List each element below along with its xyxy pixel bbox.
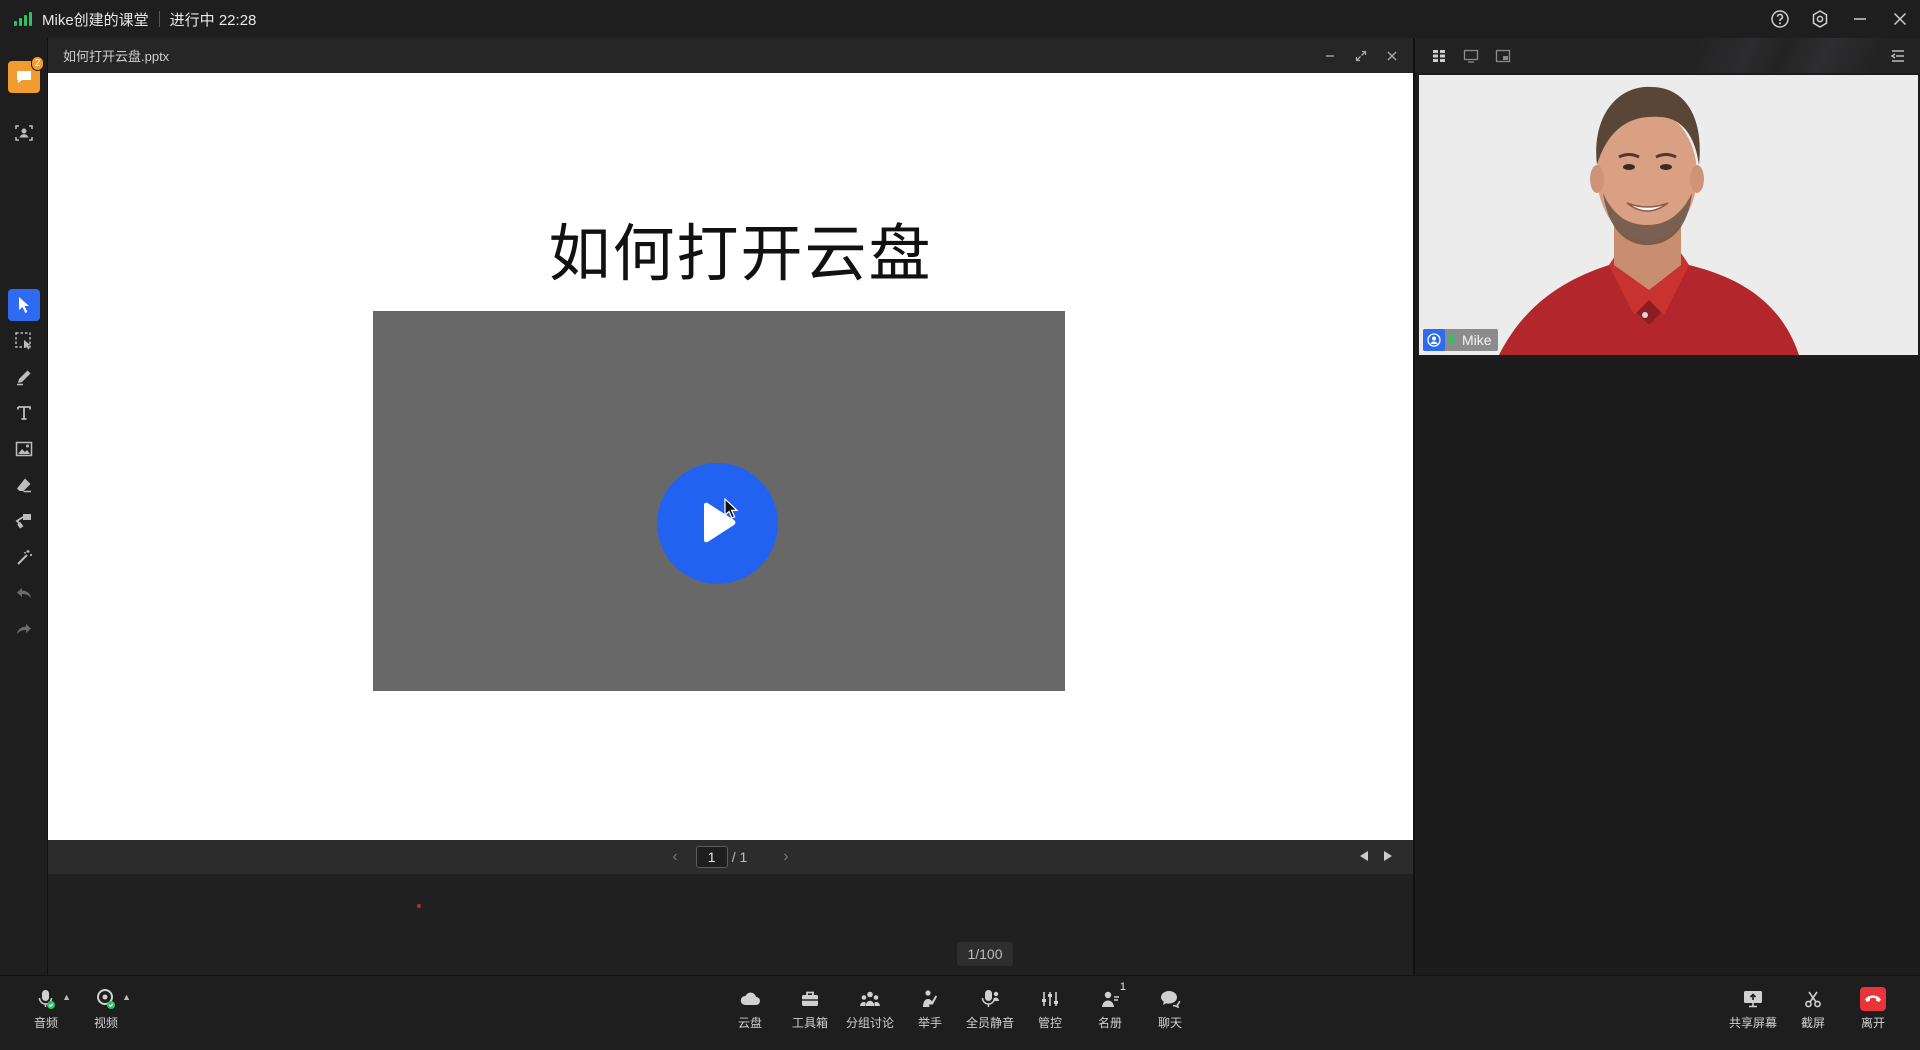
title-bar: Mike创建的课堂 进行中 22:28 bbox=[0, 0, 1920, 38]
next-page-icon[interactable]: › bbox=[783, 848, 788, 866]
image-tool-icon[interactable] bbox=[8, 433, 40, 465]
eraser-tool-icon[interactable] bbox=[8, 469, 40, 501]
mute-all-button[interactable]: 全员静音 bbox=[960, 986, 1020, 1036]
previous-step-icon[interactable] bbox=[1359, 849, 1369, 865]
picture-in-picture-icon[interactable] bbox=[1487, 38, 1519, 73]
total-pages: / 1 bbox=[731, 849, 748, 865]
doc-close-icon[interactable] bbox=[1376, 38, 1407, 73]
settings-icon[interactable] bbox=[1800, 0, 1840, 38]
raise-hand-button[interactable]: 举手 bbox=[900, 986, 960, 1036]
mouse-cursor-icon bbox=[724, 498, 739, 519]
paint-brush-tool-icon[interactable] bbox=[8, 505, 40, 537]
raise-hand-label: 举手 bbox=[917, 1016, 942, 1030]
text-tool-icon[interactable] bbox=[8, 397, 40, 429]
embedded-video[interactable] bbox=[373, 311, 1065, 691]
raise-hand-icon bbox=[920, 986, 940, 1012]
close-icon[interactable] bbox=[1880, 0, 1920, 38]
document-filename: 如何打开云盘.pptx bbox=[63, 49, 170, 64]
pen-tool-icon[interactable] bbox=[8, 361, 40, 393]
video-panel-header bbox=[1415, 38, 1920, 73]
page-navigation-bar: ‹ 1 / 1 › bbox=[48, 840, 1413, 874]
breakout-button[interactable]: 分组讨论 bbox=[840, 986, 900, 1036]
area-select-tool-icon[interactable] bbox=[8, 325, 40, 357]
participant-name-tag: Mike bbox=[1423, 329, 1498, 351]
participant-video-feed bbox=[1419, 75, 1918, 355]
chat-icon bbox=[1159, 986, 1181, 1012]
next-step-icon[interactable] bbox=[1383, 849, 1393, 865]
meeting-control-bar: ▲ 音频 ▲ 视频 云盘 工具箱 分组讨论 举手 全员静音 管控 1 名册 聊天… bbox=[0, 975, 1920, 1050]
cloud-icon bbox=[739, 986, 761, 1012]
breakout-label: 分组讨论 bbox=[845, 1016, 894, 1030]
filmstrip-area: 1/100 bbox=[48, 874, 1413, 975]
chat-label: 聊天 bbox=[1157, 1016, 1182, 1030]
hang-up-icon bbox=[1860, 987, 1886, 1011]
select-tool-icon[interactable] bbox=[8, 289, 40, 321]
play-button[interactable] bbox=[657, 463, 778, 584]
undo-icon[interactable] bbox=[8, 577, 40, 609]
camera-view-icon[interactable] bbox=[8, 117, 40, 149]
mic-active-icon bbox=[1445, 333, 1459, 347]
camera-icon: ▲ bbox=[95, 986, 131, 1012]
video-label: 视频 bbox=[93, 1016, 118, 1030]
share-screen-button[interactable]: 共享屏幕 bbox=[1723, 986, 1783, 1036]
participant-name: Mike bbox=[1462, 332, 1492, 348]
notification-badge: 2 bbox=[31, 56, 44, 71]
scissors-icon bbox=[1803, 986, 1823, 1012]
participant-video-tile[interactable]: Mike bbox=[1419, 75, 1918, 355]
share-screen-icon bbox=[1742, 986, 1764, 1012]
toolbox-icon bbox=[800, 986, 820, 1012]
document-header: 如何打开云盘.pptx bbox=[48, 38, 1413, 73]
network-signal-icon bbox=[14, 12, 32, 26]
sliders-icon bbox=[1040, 986, 1060, 1012]
magic-wand-tool-icon[interactable] bbox=[8, 541, 40, 573]
grid-layout-icon[interactable] bbox=[1423, 38, 1455, 73]
mute-all-label: 全员静音 bbox=[965, 1016, 1014, 1030]
toolbox-button[interactable]: 工具箱 bbox=[780, 986, 840, 1036]
room-name: Mike创建的课堂 bbox=[42, 11, 149, 29]
video-options-caret-icon[interactable]: ▲ bbox=[122, 992, 131, 1002]
prev-page-icon[interactable]: ‹ bbox=[672, 848, 677, 866]
roster-icon: 1 bbox=[1100, 981, 1126, 1012]
page-counter: 1/100 bbox=[957, 942, 1013, 966]
doc-minimize-icon[interactable] bbox=[1314, 38, 1345, 73]
microphone-icon: ▲ bbox=[35, 986, 71, 1012]
audio-button[interactable]: ▲ 音频 bbox=[16, 986, 76, 1036]
audio-label: 音频 bbox=[33, 1016, 58, 1030]
document-viewer: 如何打开云盘.pptx 如何打开云盘 ‹ 1 / 1 › bbox=[48, 38, 1413, 874]
roster-label: 名册 bbox=[1097, 1016, 1122, 1030]
whiteboard-toolbar: 2 bbox=[0, 38, 48, 975]
collapse-panel-icon[interactable] bbox=[1882, 38, 1914, 73]
share-screen-label: 共享屏幕 bbox=[1728, 1016, 1777, 1030]
class-status: 进行中 22:28 bbox=[169, 11, 257, 29]
video-panel: Mike bbox=[1413, 38, 1920, 975]
leave-button[interactable]: 离开 bbox=[1843, 986, 1903, 1036]
slide-title: 如何打开云盘 bbox=[548, 217, 933, 290]
roster-count: 1 bbox=[1119, 981, 1126, 993]
title-separator bbox=[158, 11, 160, 27]
group-icon bbox=[859, 986, 881, 1012]
laser-dot bbox=[417, 904, 421, 908]
leave-label: 离开 bbox=[1860, 1016, 1885, 1030]
notification-icon[interactable]: 2 bbox=[8, 56, 44, 93]
help-icon[interactable] bbox=[1760, 0, 1800, 38]
video-button[interactable]: ▲ 视频 bbox=[76, 986, 136, 1036]
redo-icon[interactable] bbox=[8, 613, 40, 645]
cloud-drive-label: 云盘 bbox=[737, 1016, 762, 1030]
doc-fullscreen-icon[interactable] bbox=[1345, 38, 1376, 73]
control-label: 管控 bbox=[1037, 1016, 1062, 1030]
slide-canvas[interactable]: 如何打开云盘 bbox=[48, 73, 1413, 840]
toolbox-label: 工具箱 bbox=[791, 1016, 828, 1030]
chat-button[interactable]: 聊天 bbox=[1140, 986, 1200, 1036]
control-button[interactable]: 管控 bbox=[1020, 986, 1080, 1036]
roster-button[interactable]: 1 名册 bbox=[1080, 981, 1140, 1036]
speaker-layout-icon[interactable] bbox=[1455, 38, 1487, 73]
audio-options-caret-icon[interactable]: ▲ bbox=[62, 992, 71, 1002]
user-avatar-icon bbox=[1423, 329, 1445, 351]
cloud-drive-button[interactable]: 云盘 bbox=[720, 986, 780, 1036]
screenshot-button[interactable]: 截屏 bbox=[1783, 986, 1843, 1036]
minimize-icon[interactable] bbox=[1840, 0, 1880, 38]
current-page-input[interactable]: 1 bbox=[695, 846, 728, 868]
mute-all-icon bbox=[979, 986, 1001, 1012]
screenshot-label: 截屏 bbox=[1800, 1016, 1825, 1030]
